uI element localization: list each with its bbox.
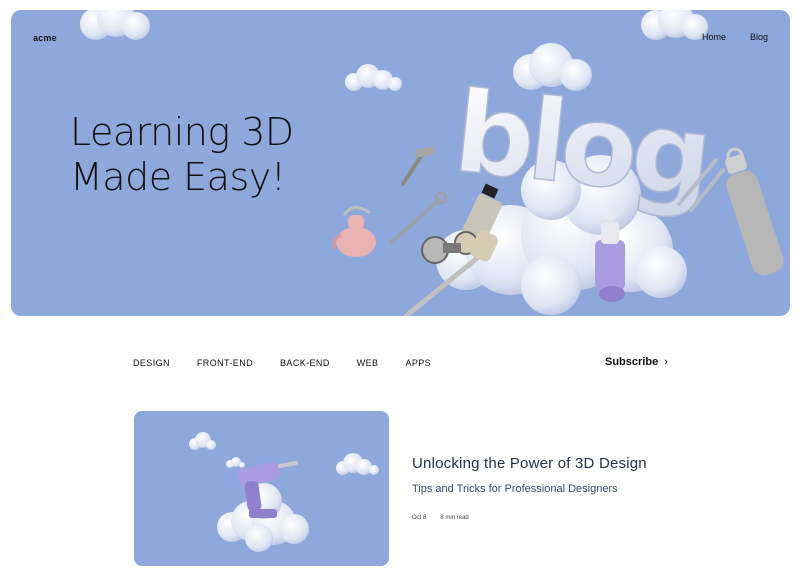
- kettle-icon: [332, 206, 376, 257]
- category-web[interactable]: WEB: [357, 358, 379, 368]
- nav-blog-link[interactable]: Blog: [750, 32, 768, 42]
- thumb-cloud-small-left: [189, 432, 216, 450]
- category-back-end[interactable]: BACK-END: [280, 358, 330, 368]
- cloud-small: [345, 64, 402, 91]
- post-meta: Oct 8 8 min read: [412, 515, 469, 521]
- cloud-top-left: [80, 10, 150, 40]
- wrench-icon: [390, 191, 448, 244]
- nav-home-link[interactable]: Home: [702, 32, 726, 42]
- post-title[interactable]: Unlocking the Power of 3D Design: [412, 455, 647, 472]
- post-date: Oct 8: [412, 515, 427, 521]
- hero-title-line-1: Learning 3D: [70, 110, 294, 154]
- thumb-cloud-right: [336, 453, 379, 475]
- post-thumbnail-art: [189, 432, 379, 552]
- thumb-cloud-small-mid: [226, 457, 245, 468]
- hero-title: Learning 3D Made Easy!: [70, 110, 294, 200]
- subscribe-link[interactable]: Subscribe ›: [605, 356, 668, 368]
- chevron-right-icon: ›: [664, 356, 668, 368]
- hero-title-line-2: Made Easy!: [70, 155, 286, 199]
- subscribe-label: Subscribe: [605, 356, 659, 368]
- bottle-icon: [725, 147, 784, 276]
- hero-banner: blog acme Home Blog Learning 3D Made Eas…: [11, 10, 790, 316]
- post-thumbnail[interactable]: [134, 411, 389, 566]
- category-apps[interactable]: APPS: [405, 358, 431, 368]
- hammer-icon: [401, 146, 436, 186]
- post-subtitle: Tips and Tricks for Professional Designe…: [412, 483, 618, 495]
- cloud-top-right: [641, 10, 708, 40]
- category-design[interactable]: DESIGN: [133, 358, 170, 368]
- post-read-time: 8 min read: [440, 515, 469, 521]
- category-front-end[interactable]: FRONT-END: [197, 358, 253, 368]
- top-nav: Home Blog: [702, 32, 768, 42]
- category-nav: DESIGN FRONT-END BACK-END WEB APPS: [133, 358, 431, 368]
- brand-logo[interactable]: acme: [33, 33, 57, 43]
